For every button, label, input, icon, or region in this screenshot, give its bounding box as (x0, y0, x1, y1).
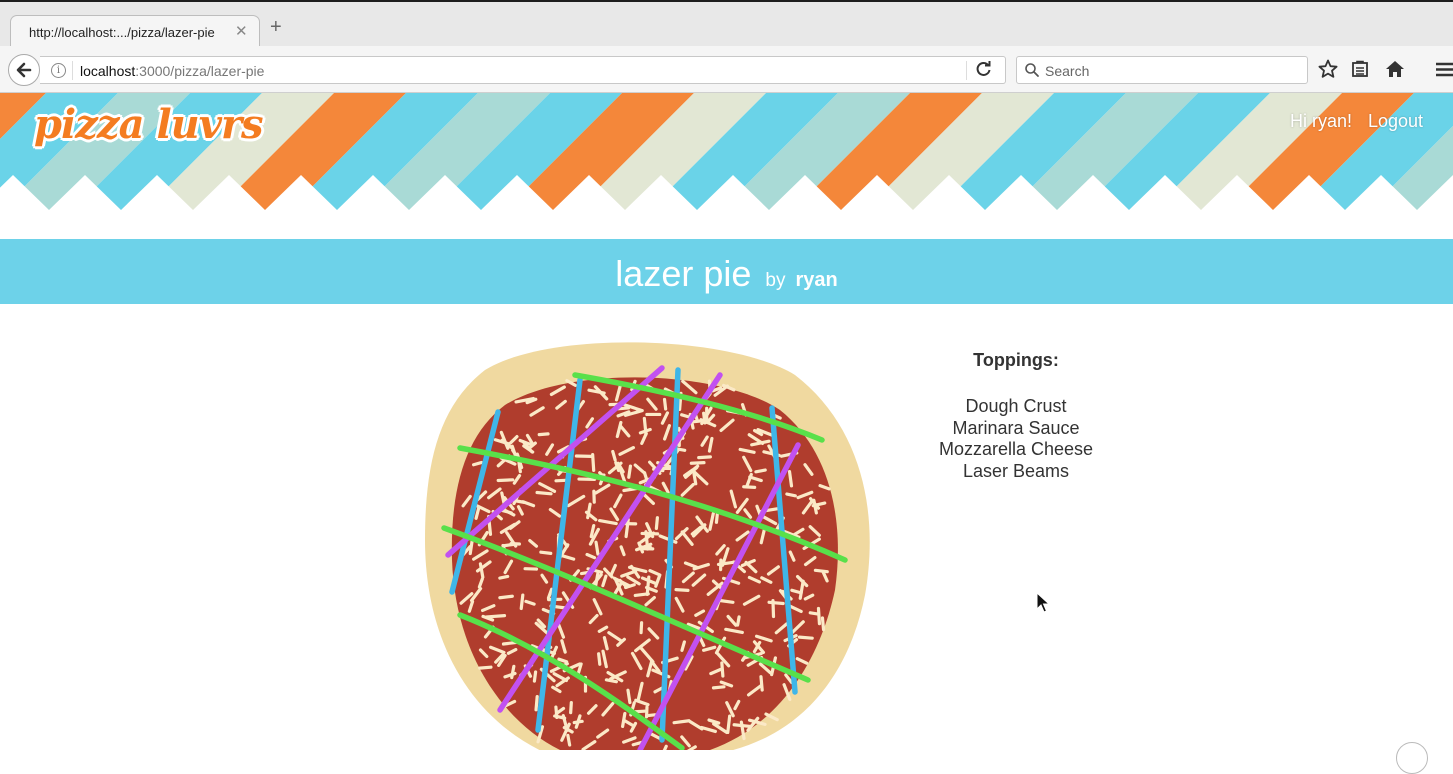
cheese-shred (799, 637, 812, 638)
topping-item: Laser Beams (916, 461, 1116, 483)
cheese-shred (818, 609, 819, 624)
cheese-shred (599, 654, 600, 664)
cheese-shred (534, 672, 535, 681)
cheese-shred (665, 399, 666, 409)
cheese-shred (756, 470, 765, 472)
url-host: localhost (80, 63, 135, 79)
cheese-shred (744, 487, 755, 488)
topping-item: Dough Crust (916, 396, 1116, 418)
author-name[interactable]: ryan (795, 269, 837, 291)
search-icon (1024, 62, 1040, 78)
back-button[interactable] (8, 54, 40, 86)
cheese-shred (790, 472, 792, 486)
user-greeting-link[interactable]: Hi ryan! (1290, 111, 1352, 132)
cheese-shred (691, 463, 704, 464)
tab-title: http://localhost:.../pizza/lazer-pie (29, 25, 215, 40)
cheese-shred (641, 623, 642, 633)
cheese-shred (568, 735, 570, 745)
new-tab-icon[interactable]: + (270, 16, 282, 39)
search-bar[interactable]: Search (1016, 56, 1308, 84)
cheese-shred (773, 601, 774, 617)
cheese-shred (644, 419, 646, 435)
logout-link[interactable]: Logout (1368, 111, 1423, 132)
reading-list-icon[interactable] (1351, 60, 1369, 78)
topping-item: Marinara Sauce (916, 418, 1116, 440)
pizza-image (410, 330, 880, 750)
cheese-shred (810, 613, 818, 614)
reload-icon[interactable] (975, 60, 993, 78)
cheese-shred (606, 680, 616, 682)
menu-icon[interactable] (1436, 62, 1453, 77)
info-icon[interactable]: i (51, 63, 66, 78)
url-text[interactable]: localhost:3000/pizza/lazer-pie (80, 63, 264, 79)
cheese-shred (500, 596, 512, 598)
cheese-shred (787, 494, 795, 496)
cheese-shred (734, 725, 750, 727)
cheese-shred (474, 463, 482, 465)
cheese-shred (635, 594, 648, 596)
cheese-shred (537, 492, 551, 493)
site-header: pizza luvrs Hi ryan! Logout (0, 93, 1453, 239)
cheese-shred (521, 595, 523, 608)
browser-toolbar: i localhost:3000/pizza/lazer-pie Search (0, 46, 1453, 93)
topping-item: Mozzarella Cheese (916, 439, 1116, 461)
site-logo[interactable]: pizza luvrs (34, 101, 263, 148)
cheese-shred (512, 666, 514, 677)
cheese-shred (480, 667, 491, 668)
mouse-cursor-icon (1036, 592, 1050, 614)
cheese-shred (498, 480, 512, 481)
cheese-shred (541, 552, 551, 553)
cheese-shred (694, 474, 696, 484)
cheese-shred (674, 721, 689, 723)
browser-tab[interactable]: http://localhost:.../pizza/lazer-pie ✕ (10, 15, 260, 47)
cheese-shred (574, 721, 582, 722)
cheese-shred (571, 703, 572, 713)
cheese-shred (728, 716, 730, 732)
cheese-shred (470, 541, 472, 554)
home-icon[interactable] (1385, 60, 1405, 78)
cheese-shred (676, 590, 688, 591)
cheese-shred (487, 616, 505, 617)
cheese-shred (815, 570, 827, 571)
back-arrow-icon (9, 55, 39, 85)
scroll-indicator[interactable] (1396, 742, 1428, 774)
pizza-name: lazer pie (615, 253, 751, 294)
toppings-panel: Toppings: Dough Crust Marinara Sauce Moz… (916, 350, 1116, 482)
tab-close-icon[interactable]: ✕ (235, 22, 248, 40)
search-placeholder: Search (1045, 63, 1089, 79)
cheese-shred (613, 452, 615, 460)
cheese-shred (500, 576, 508, 578)
browser-tab-strip: http://localhost:.../pizza/lazer-pie ✕ + (0, 2, 1453, 46)
toppings-heading: Toppings: (916, 350, 1116, 371)
cheese-shred (822, 618, 823, 630)
cheese-shred (536, 697, 537, 710)
cheese-shred (628, 690, 630, 702)
cheese-shred (556, 480, 566, 481)
cheese-shred (699, 457, 711, 458)
cheese-shred (738, 617, 739, 625)
cheese-shred (713, 687, 723, 688)
cheese-shred (539, 434, 548, 435)
url-bar[interactable]: i localhost:3000/pizza/lazer-pie (40, 56, 1006, 84)
pizza-title-band: lazer pie byryan (0, 239, 1453, 304)
by-label: by (765, 270, 785, 291)
cheese-shred (593, 455, 594, 471)
cheese-shred (596, 542, 598, 554)
cheese-shred (629, 466, 631, 477)
cheese-shred (656, 518, 657, 529)
bookmark-star-icon[interactable] (1318, 59, 1338, 79)
cheese-shred (761, 677, 762, 690)
cheese-shred (769, 602, 783, 603)
url-path: :3000/pizza/lazer-pie (135, 63, 264, 79)
